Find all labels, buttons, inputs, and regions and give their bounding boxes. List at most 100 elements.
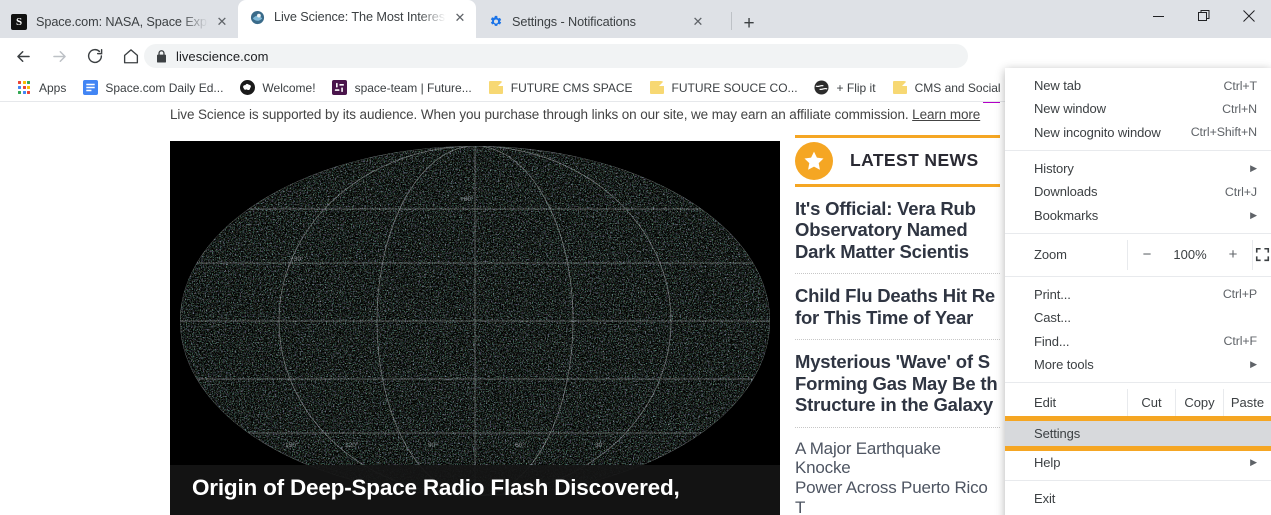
tab-separator — [731, 12, 732, 30]
browser-tab-live-science[interactable]: Live Science: The Most Interesting ✕ — [238, 0, 476, 38]
reload-icon[interactable] — [81, 42, 109, 70]
menu-item-find[interactable]: Find... Ctrl+F — [1005, 329, 1271, 352]
svg-text:+30°: +30° — [290, 255, 304, 263]
svg-text:60°: 60° — [515, 441, 525, 449]
chrome-main-menu: New tab Ctrl+T New window Ctrl+N New inc… — [1005, 68, 1271, 515]
menu-item-label: Print... — [1034, 286, 1071, 302]
menu-item-more-tools[interactable]: More tools ▶ — [1005, 353, 1271, 376]
menu-item-label: New tab — [1034, 78, 1081, 94]
affiliate-notice: Live Science is supported by its audienc… — [170, 107, 1000, 122]
bookmark-future-souce-co[interactable]: FUTURE SOUCE CO... — [641, 77, 806, 99]
menu-separator — [1005, 480, 1271, 482]
document-icon — [82, 80, 98, 96]
bookmark-cms-and-social[interactable]: CMS and Social — [884, 77, 1009, 99]
zoom-label: Zoom — [1034, 247, 1067, 263]
browser-window: S Space.com: NASA, Space Explora ✕ Live … — [0, 0, 1271, 515]
menu-item-label: Help — [1034, 455, 1061, 471]
list-item[interactable]: Child Flu Deaths Hit Re for This Time of… — [795, 274, 1000, 341]
menu-separator — [1005, 381, 1271, 383]
close-icon[interactable] — [1226, 0, 1271, 32]
tab-close-icon[interactable]: ✕ — [214, 14, 230, 30]
address-bar[interactable]: livescience.com — [144, 44, 968, 68]
all-sky-galaxy-map: +60° +30° 150° 120° 90° 60° 30° — [170, 141, 780, 515]
live-science-favicon — [249, 9, 265, 25]
bookmark-flip-it[interactable]: + Flip it — [806, 77, 884, 99]
salesforce-icon — [239, 80, 255, 96]
latest-news-title: LATEST NEWS — [850, 150, 979, 170]
chevron-right-icon: ▶ — [1250, 163, 1257, 174]
new-tab-button[interactable]: + — [735, 9, 763, 37]
menu-item-accelerator: Ctrl+Shift+N — [1190, 125, 1257, 140]
folder-icon — [649, 80, 665, 96]
menu-item-new-window[interactable]: New window Ctrl+N — [1005, 97, 1271, 120]
menu-item-copy[interactable]: Copy — [1175, 388, 1223, 416]
svg-text:150°: 150° — [285, 441, 299, 449]
menu-item-cast[interactable]: Cast... — [1005, 306, 1271, 329]
chevron-right-icon: ▶ — [1250, 209, 1257, 220]
news-headline: It's Official: Vera Rub Observatory Name… — [795, 198, 976, 262]
menu-item-label: New window — [1034, 101, 1106, 117]
menu-item-bookmarks[interactable]: Bookmarks ▶ — [1005, 203, 1271, 226]
bookmark-label: Space.com Daily Ed... — [105, 80, 224, 95]
menu-item-accelerator: Ctrl+P — [1222, 287, 1257, 302]
bookmark-apps[interactable]: Apps — [8, 77, 74, 99]
tab-title: Settings - Notifications — [512, 14, 636, 29]
menu-item-new-incognito-window[interactable]: New incognito window Ctrl+Shift+N — [1005, 121, 1271, 144]
edit-label: Edit — [1034, 394, 1057, 410]
bookmark-future-cms-space[interactable]: FUTURE CMS SPACE — [480, 77, 641, 99]
bookmark-welcome[interactable]: Welcome! — [231, 77, 323, 99]
bookmark-label: + Flip it — [836, 80, 876, 95]
menu-item-help[interactable]: Help ▶ — [1005, 451, 1271, 474]
menu-item-print[interactable]: Print... Ctrl+P — [1005, 283, 1271, 306]
tab-title: Space.com: NASA, Space Explora — [36, 14, 208, 29]
home-icon[interactable] — [117, 42, 145, 70]
menu-item-paste[interactable]: Paste — [1223, 388, 1271, 416]
browser-tab-space-com[interactable]: S Space.com: NASA, Space Explora ✕ — [0, 5, 238, 38]
menu-item-downloads[interactable]: Downloads Ctrl+J — [1005, 180, 1271, 203]
bookmark-space-com-daily[interactable]: Space.com Daily Ed... — [74, 77, 231, 99]
minimize-icon[interactable] — [1136, 0, 1181, 32]
menu-item-new-tab[interactable]: New tab Ctrl+T — [1005, 74, 1271, 97]
news-headline: Mysterious 'Wave' of S Forming Gas May B… — [795, 351, 998, 416]
latest-news-sidebar: LATEST NEWS It's Official: Vera Rub Obse… — [795, 135, 1000, 515]
bookmark-label: FUTURE SOUCE CO... — [671, 80, 798, 95]
latest-news-header: LATEST NEWS — [795, 137, 1000, 187]
zoom-out-button[interactable]: − — [1128, 246, 1166, 263]
bookmark-label: space-team | Future... — [354, 80, 472, 95]
menu-item-cut[interactable]: Cut — [1127, 388, 1175, 416]
list-item[interactable]: It's Official: Vera Rub Observatory Name… — [795, 187, 1000, 275]
browser-tab-settings[interactable]: Settings - Notifications ✕ — [476, 5, 714, 38]
menu-item-accelerator: Ctrl+F — [1223, 334, 1258, 349]
restore-icon[interactable] — [1181, 0, 1226, 32]
star-badge-icon — [795, 141, 833, 180]
svg-text:90°: 90° — [428, 441, 438, 449]
bookmark-space-team[interactable]: space-team | Future... — [324, 77, 480, 99]
sidebar-top-rule — [795, 135, 1000, 138]
menu-item-exit[interactable]: Exit — [1005, 487, 1271, 510]
bookmark-label: FUTURE CMS SPACE — [510, 80, 633, 95]
menu-item-accelerator: Ctrl+T — [1223, 78, 1258, 93]
list-item[interactable]: Mysterious 'Wave' of S Forming Gas May B… — [795, 340, 1000, 428]
hero-article-image[interactable]: +60° +30° 150° 120° 90° 60° 30° Origin of De… — [170, 141, 780, 515]
fullscreen-icon[interactable] — [1252, 239, 1271, 270]
menu-item-settings[interactable]: Settings — [1005, 415, 1271, 451]
tab-close-icon[interactable]: ✕ — [452, 9, 468, 25]
chevron-right-icon: ▶ — [1250, 358, 1257, 369]
menu-item-accelerator: Ctrl+N — [1222, 101, 1257, 116]
learn-more-link[interactable]: Learn more — [912, 107, 980, 122]
bookmark-label: Welcome! — [262, 80, 316, 95]
apps-grid-icon — [16, 80, 32, 96]
menu-item-label: Cast... — [1034, 310, 1071, 326]
folder-icon — [488, 80, 504, 96]
list-item[interactable]: A Major Earthquake Knocke Power Across P… — [795, 428, 1000, 515]
zoom-controls: − 100% + — [1127, 239, 1252, 270]
url-text: livescience.com — [176, 48, 269, 64]
back-arrow-icon[interactable] — [9, 42, 37, 70]
tab-close-icon[interactable]: ✕ — [690, 14, 706, 30]
menu-separator — [1005, 275, 1271, 277]
zoom-in-button[interactable]: + — [1214, 246, 1252, 263]
menu-item-history[interactable]: History ▶ — [1005, 157, 1271, 180]
space-com-favicon: S — [11, 13, 27, 30]
bookmark-label: Apps — [39, 80, 67, 95]
bookmark-label: CMS and Social — [914, 80, 1001, 95]
